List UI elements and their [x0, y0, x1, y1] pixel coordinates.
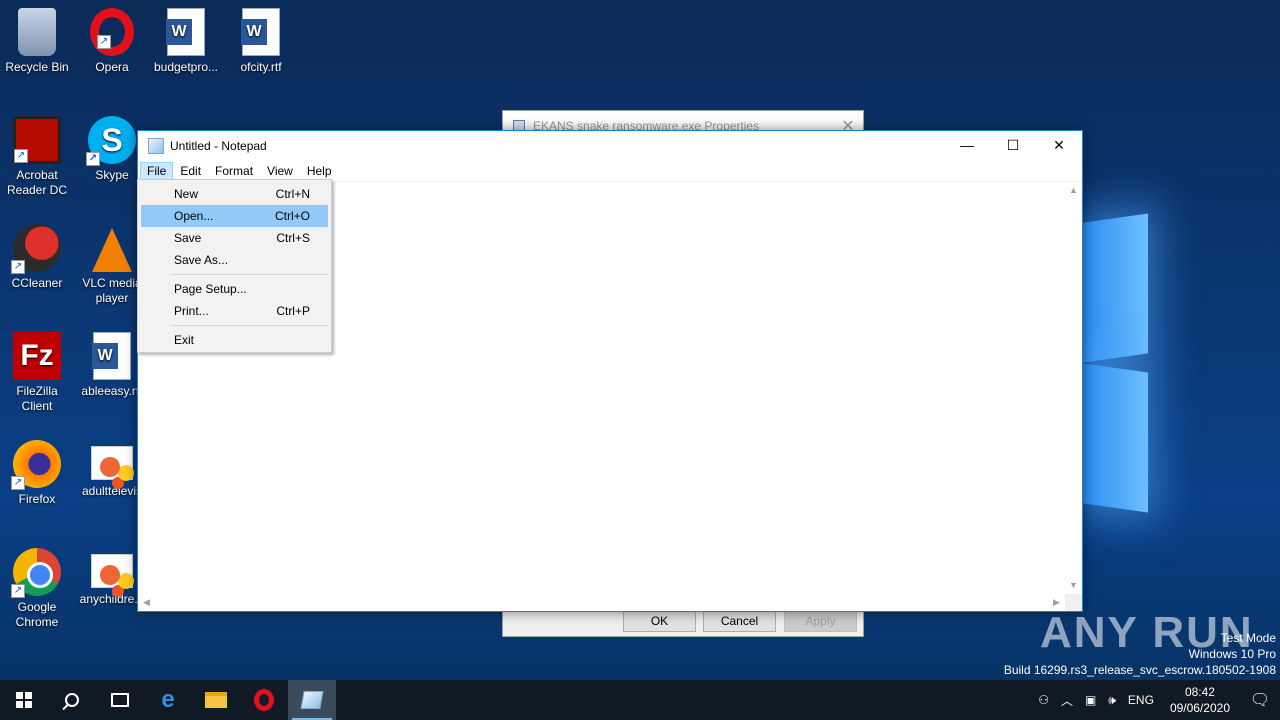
menu-view[interactable]: View [260, 162, 300, 180]
desktop-icon-firefox[interactable]: ↗ Firefox [0, 440, 74, 507]
horizontal-scrollbar[interactable]: ◀ ▶ [138, 594, 1065, 611]
desktop-icon-label: Recycle Bin [5, 60, 69, 74]
opera-icon [254, 689, 274, 711]
shortcut-label: Ctrl+P [276, 304, 310, 318]
menu-help[interactable]: Help [300, 162, 339, 180]
desktop-icon-ccleaner[interactable]: ↗ CCleaner [0, 224, 74, 291]
vlc-icon [92, 228, 132, 272]
window-title: Untitled - Notepad [170, 139, 267, 153]
task-view-button[interactable] [96, 680, 144, 720]
language-indicator[interactable]: ENG [1122, 693, 1160, 707]
search-button[interactable] [48, 680, 96, 720]
close-button[interactable]: ✕ [1036, 131, 1082, 161]
menu-format[interactable]: Format [208, 162, 260, 180]
ok-button[interactable]: OK [623, 611, 696, 632]
menu-item-save[interactable]: Save Ctrl+S [141, 227, 328, 249]
menu-item-new[interactable]: New Ctrl+N [141, 183, 328, 205]
task-view-icon [111, 693, 129, 707]
windows-start-icon [16, 692, 32, 708]
acrobat-icon: ↗ [13, 116, 61, 164]
opera-icon: ↗ [90, 8, 134, 56]
desktop-icon-recycle-bin[interactable]: Recycle Bin [0, 8, 74, 75]
wallpaper-windows-logo [1075, 180, 1280, 520]
menu-bar: File Edit Format View Help [138, 161, 1082, 181]
search-icon [65, 693, 79, 707]
edge-icon: e [161, 686, 175, 713]
shortcut-label: Ctrl+O [274, 209, 310, 223]
desktop-icon-label: Acrobat Reader DC [6, 168, 68, 197]
image-icon [91, 554, 133, 588]
folder-icon [205, 692, 227, 708]
filezilla-icon: Fz [13, 332, 61, 380]
menu-item-save-as[interactable]: Save As... [141, 249, 328, 271]
scroll-down-icon[interactable]: ▼ [1065, 577, 1082, 594]
menu-item-page-setup[interactable]: Page Setup... [141, 278, 328, 300]
desktop-icon-budgetpro[interactable]: budgetpro... [149, 8, 223, 75]
volume-icon[interactable]: 🕪 [1102, 693, 1122, 708]
desktop-icon-ofcity[interactable]: ofcity.rtf [224, 8, 298, 75]
action-center-icon[interactable]: 🗨 [1240, 690, 1280, 710]
menu-item-open[interactable]: Open... Ctrl+O [141, 205, 328, 227]
desktop-icon-chrome[interactable]: ↗ Google Chrome [0, 548, 74, 630]
menu-item-print[interactable]: Print... Ctrl+P [141, 300, 328, 322]
menu-separator [171, 274, 328, 275]
scroll-left-icon[interactable]: ◀ [138, 594, 155, 611]
recycle-bin-icon [18, 8, 56, 56]
notepad-icon [148, 138, 164, 154]
desktop-icon-opera[interactable]: ↗ Opera [75, 8, 149, 75]
taskbar-edge[interactable]: e [144, 680, 192, 720]
vertical-scrollbar[interactable]: ▲ ▼ [1065, 182, 1082, 594]
shortcut-label: Ctrl+N [275, 187, 310, 201]
desktop-icon-label: budgetpro... [153, 60, 219, 74]
start-button[interactable] [0, 680, 48, 720]
menu-separator [171, 325, 328, 326]
people-icon[interactable]: ⚇ [1032, 693, 1055, 707]
file-menu-dropdown: New Ctrl+N Open... Ctrl+O Save Ctrl+S Sa… [137, 179, 332, 353]
test-mode-text: Test Mode Windows 10 Pro Build 16299.rs3… [1003, 631, 1276, 677]
word-doc-icon [241, 8, 280, 56]
notepad-titlebar[interactable]: Untitled - Notepad — ☐ ✕ [138, 131, 1082, 161]
show-hidden-icons-chevron-icon[interactable]: ︿ [1055, 692, 1079, 709]
chrome-icon: ↗ [11, 548, 61, 598]
apply-button[interactable]: Apply [784, 611, 857, 632]
menu-file[interactable]: File [140, 162, 174, 180]
skype-icon: S ↗ [86, 116, 136, 166]
taskbar-notepad[interactable] [288, 680, 336, 720]
shortcut-label: Ctrl+S [276, 231, 310, 245]
menu-item-exit[interactable]: Exit [141, 329, 328, 351]
desktop-icon-label: CCleaner [11, 276, 63, 290]
clock[interactable]: 08:42 09/06/2020 [1160, 684, 1240, 716]
firefox-icon: ↗ [11, 440, 61, 490]
menu-edit[interactable]: Edit [173, 162, 208, 180]
image-icon [91, 446, 133, 480]
desktop-icon-label: Opera [95, 60, 129, 74]
network-icon[interactable]: ▣ [1079, 693, 1102, 707]
notepad-icon [300, 691, 324, 709]
taskbar: e ⚇ ︿ ▣ 🕪 ENG 08:42 09/06/2020 🗨 [0, 680, 1280, 720]
desktop-icon-acrobat[interactable]: ↗ Acrobat Reader DC [0, 116, 74, 198]
desktop-icon-label: ofcity.rtf [240, 60, 282, 74]
maximize-button[interactable]: ☐ [990, 131, 1036, 161]
word-doc-icon [92, 332, 131, 380]
word-doc-icon [166, 8, 205, 56]
taskbar-opera[interactable] [240, 680, 288, 720]
desktop-icon-label: FileZilla Client [16, 384, 58, 413]
desktop-icon-filezilla[interactable]: Fz FileZilla Client [0, 332, 74, 414]
system-tray: ⚇ ︿ ▣ 🕪 ENG 08:42 09/06/2020 🗨 [1032, 680, 1280, 720]
desktop-icon-label: Google Chrome [15, 600, 59, 629]
ccleaner-icon: ↗ [11, 224, 61, 274]
minimize-button[interactable]: — [944, 131, 990, 161]
scroll-up-icon[interactable]: ▲ [1065, 182, 1082, 199]
taskbar-file-explorer[interactable] [192, 680, 240, 720]
cancel-button[interactable]: Cancel [703, 611, 776, 632]
desktop-icon-label: Firefox [18, 492, 56, 506]
